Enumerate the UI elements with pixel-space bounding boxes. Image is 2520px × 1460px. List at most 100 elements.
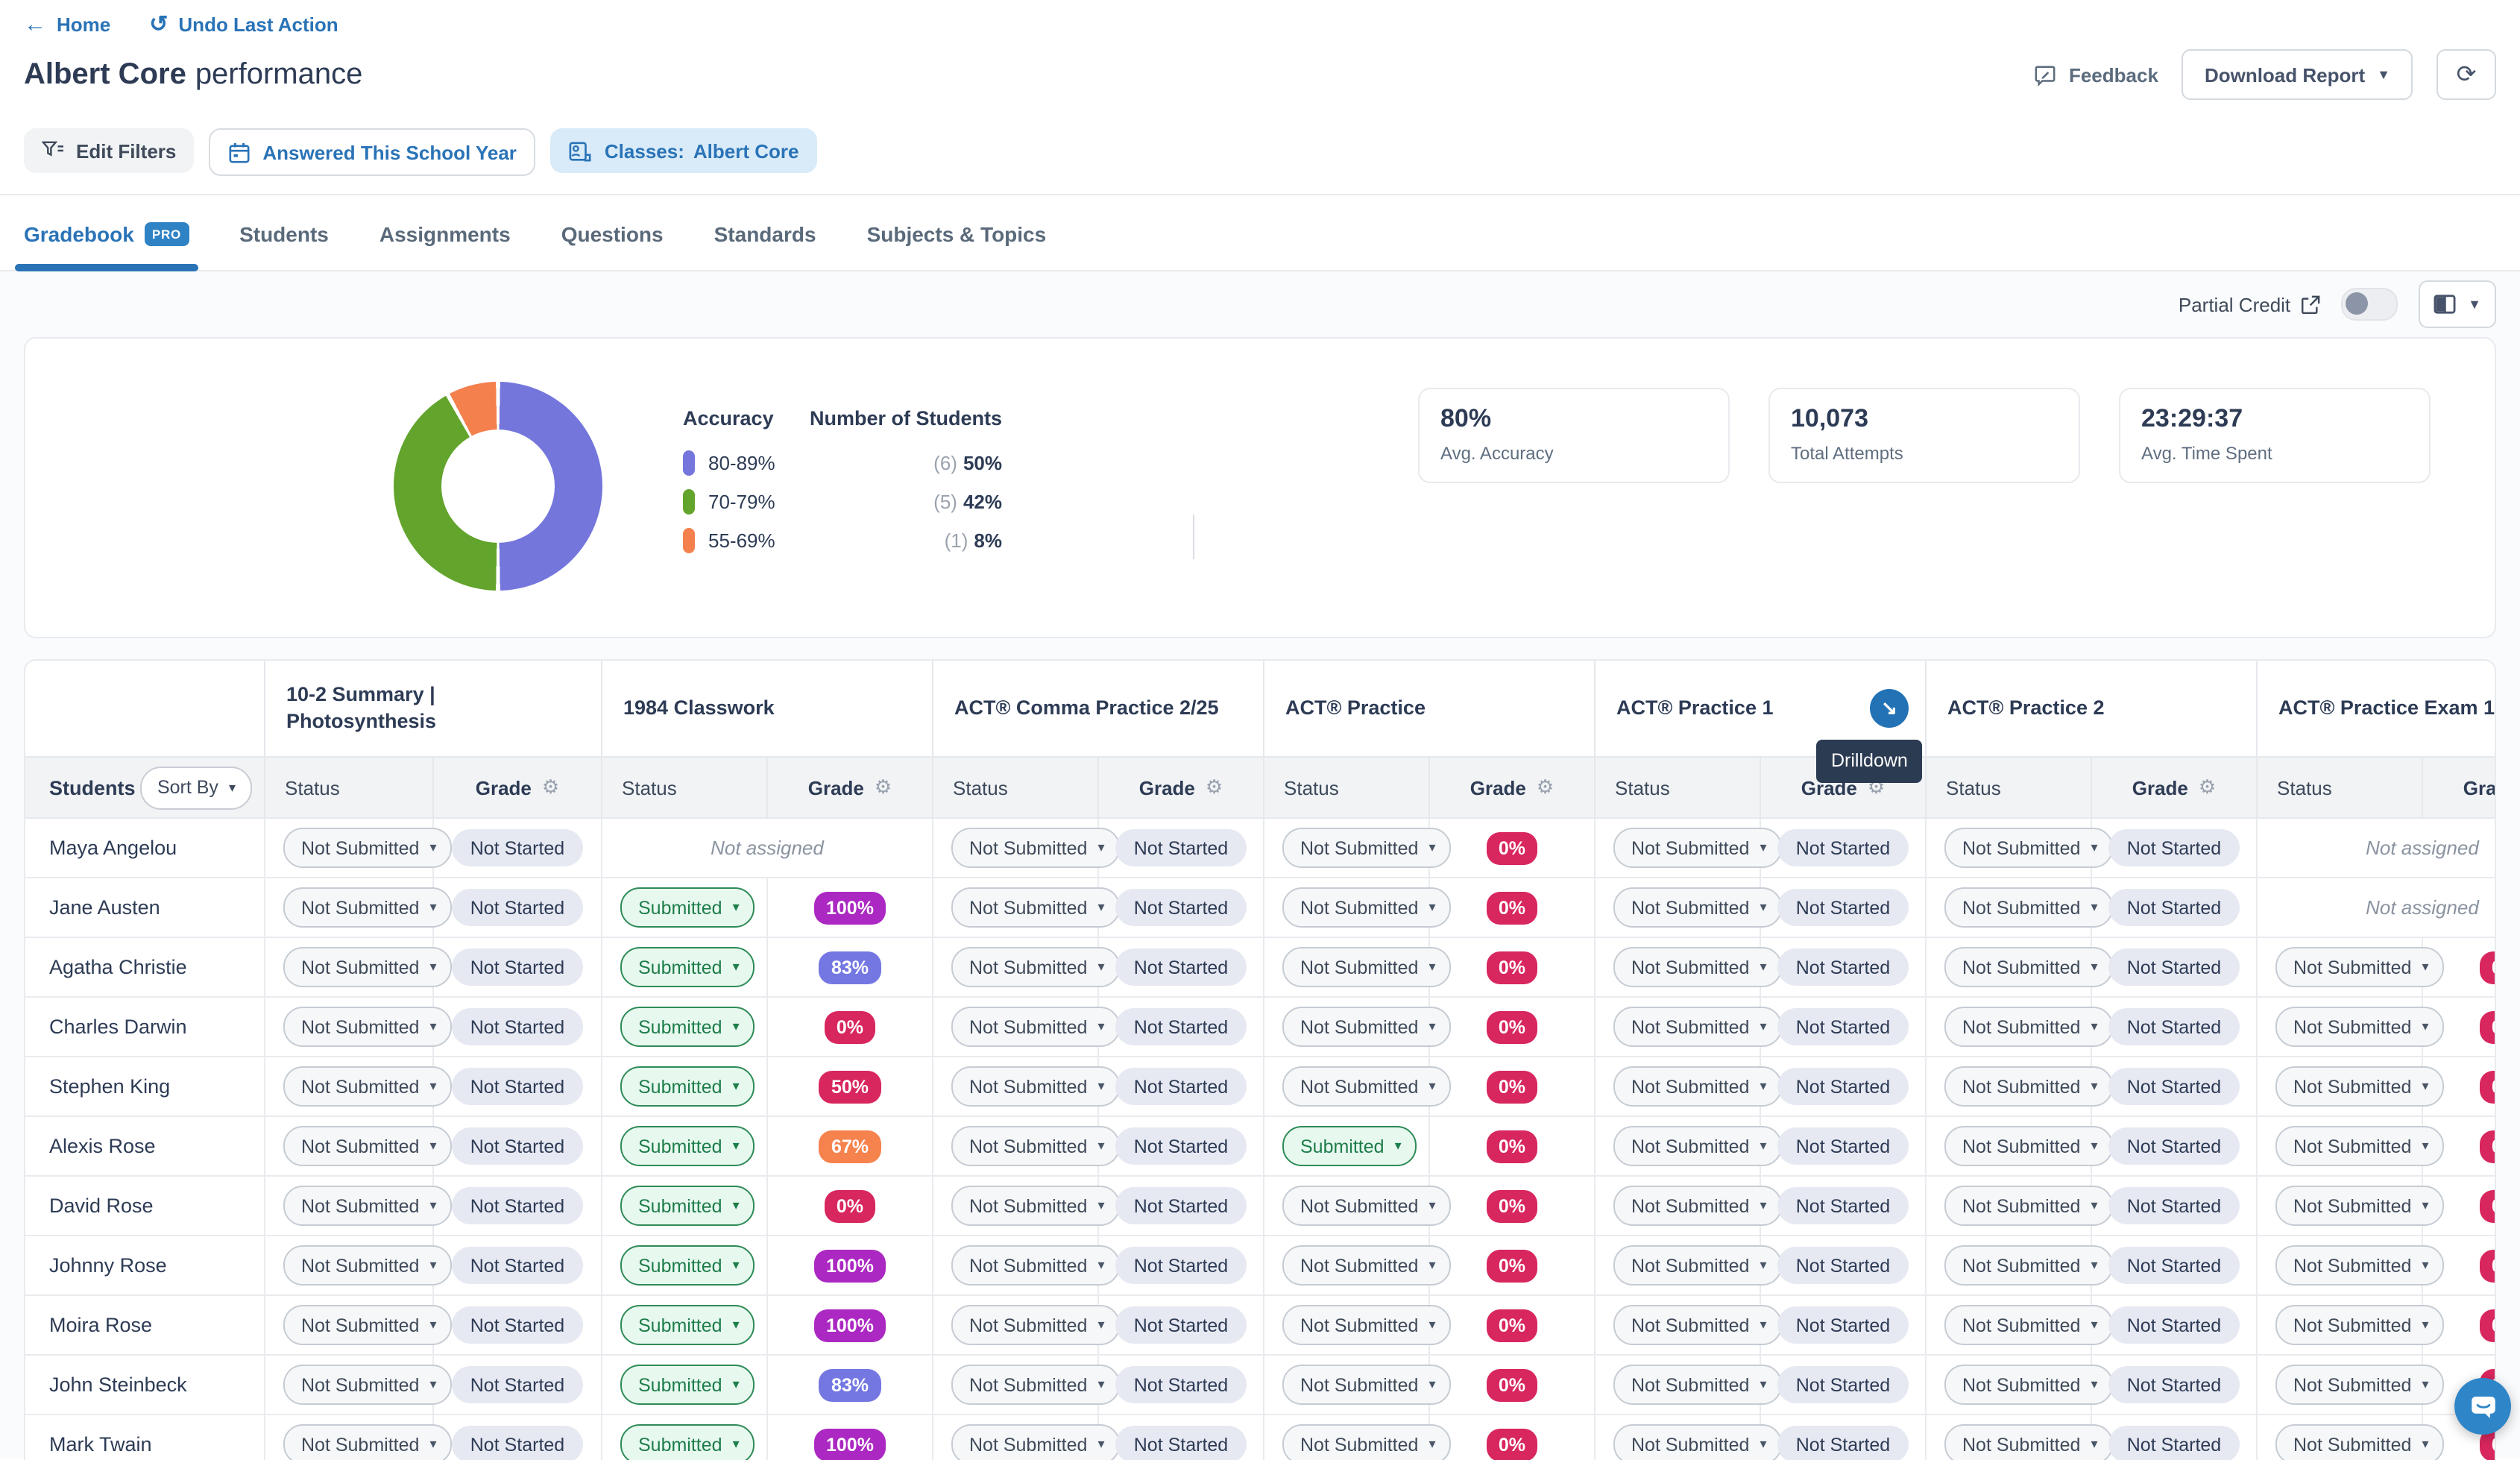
status-dropdown[interactable]: Not Submitted▾ (2275, 947, 2444, 987)
partial-credit-toggle[interactable] (2341, 288, 2398, 321)
status-dropdown[interactable]: Not Submitted▾ (283, 1066, 452, 1107)
status-dropdown[interactable]: Not Submitted▾ (1282, 1424, 1451, 1460)
external-link-icon[interactable] (2301, 295, 2320, 314)
status-dropdown[interactable]: Submitted▾ (620, 1126, 755, 1166)
classes-filter-chip[interactable]: Classes: Albert Core (551, 128, 817, 173)
status-dropdown[interactable]: Not Submitted▾ (1944, 1305, 2113, 1345)
status-dropdown[interactable]: Not Submitted▾ (283, 1007, 452, 1047)
status-dropdown[interactable]: Not Submitted▾ (283, 1245, 452, 1286)
status-dropdown[interactable]: Not Submitted▾ (1944, 1424, 2113, 1460)
sort-by-button[interactable]: Sort By▾ (141, 766, 252, 809)
status-dropdown[interactable]: Not Submitted▾ (2275, 1424, 2444, 1460)
tab-questions[interactable]: Questions (561, 195, 664, 270)
status-dropdown[interactable]: Not Submitted▾ (1282, 1007, 1451, 1047)
status-dropdown[interactable]: Submitted▾ (620, 947, 755, 987)
status-dropdown[interactable]: Not Submitted▾ (1944, 1245, 2113, 1286)
status-dropdown[interactable]: Not Submitted▾ (951, 1186, 1120, 1226)
status-dropdown[interactable]: Not Submitted▾ (1282, 1066, 1451, 1107)
status-dropdown[interactable]: Not Submitted▾ (1613, 1424, 1782, 1460)
status-dropdown[interactable]: Submitted▾ (620, 1424, 755, 1460)
status-dropdown-label: Not Submitted (1300, 837, 1418, 858)
gear-icon[interactable]: ⚙ (1206, 775, 1223, 799)
status-dropdown[interactable]: Not Submitted▾ (2275, 1186, 2444, 1226)
status-dropdown[interactable]: Not Submitted▾ (951, 1245, 1120, 1286)
status-dropdown[interactable]: Not Submitted▾ (1613, 1365, 1782, 1405)
status-dropdown[interactable]: Not Submitted▾ (951, 1424, 1120, 1460)
feedback-button[interactable]: Feedback (2035, 63, 2158, 86)
status-dropdown[interactable]: Not Submitted▾ (1282, 887, 1451, 928)
status-dropdown[interactable]: Not Submitted▾ (1282, 1245, 1451, 1286)
status-dropdown[interactable]: Not Submitted▾ (951, 1305, 1120, 1345)
status-dropdown[interactable]: Not Submitted▾ (2275, 1245, 2444, 1286)
status-dropdown[interactable]: Not Submitted▾ (1944, 1365, 2113, 1405)
chat-widget-button[interactable] (2454, 1378, 2511, 1435)
status-dropdown[interactable]: Submitted▾ (620, 1066, 755, 1107)
status-dropdown[interactable]: Not Submitted▾ (283, 1126, 452, 1166)
tab-assignments[interactable]: Assignments (379, 195, 511, 270)
status-dropdown[interactable]: Not Submitted▾ (283, 1305, 452, 1345)
status-dropdown[interactable]: Not Submitted▾ (1613, 947, 1782, 987)
status-dropdown[interactable]: Not Submitted▾ (1282, 947, 1451, 987)
status-dropdown[interactable]: Not Submitted▾ (1282, 828, 1451, 868)
refresh-button[interactable]: ⟳ (2436, 49, 2496, 100)
download-report-button[interactable]: Download Report ▼ (2182, 49, 2413, 100)
tab-students[interactable]: Students (239, 195, 329, 270)
status-dropdown[interactable]: Not Submitted▾ (951, 1365, 1120, 1405)
status-dropdown[interactable]: Not Submitted▾ (951, 1066, 1120, 1107)
status-dropdown[interactable]: Not Submitted▾ (283, 828, 452, 868)
status-dropdown[interactable]: Submitted▾ (620, 1365, 755, 1405)
status-dropdown[interactable]: Not Submitted▾ (1613, 1305, 1782, 1345)
column-settings-button[interactable]: ▼ (2419, 280, 2496, 328)
status-dropdown[interactable]: Not Submitted▾ (1613, 1007, 1782, 1047)
status-dropdown[interactable]: Not Submitted▾ (1944, 887, 2113, 928)
tab-standards[interactable]: Standards (714, 195, 816, 270)
status-dropdown[interactable]: Not Submitted▾ (1613, 1066, 1782, 1107)
status-dropdown[interactable]: Not Submitted▾ (1282, 1305, 1451, 1345)
gear-icon[interactable]: ⚙ (875, 775, 892, 799)
status-dropdown[interactable]: Not Submitted▾ (283, 1424, 452, 1460)
status-dropdown[interactable]: Not Submitted▾ (951, 947, 1120, 987)
status-dropdown[interactable]: Not Submitted▾ (951, 1007, 1120, 1047)
status-dropdown[interactable]: Not Submitted▾ (951, 828, 1120, 868)
status-dropdown[interactable]: Submitted▾ (1282, 1126, 1417, 1166)
status-dropdown[interactable]: Not Submitted▾ (283, 1365, 452, 1405)
status-dropdown[interactable]: Not Submitted▾ (1613, 1126, 1782, 1166)
status-dropdown[interactable]: Submitted▾ (620, 1007, 755, 1047)
status-dropdown[interactable]: Not Submitted▾ (1613, 887, 1782, 928)
status-dropdown[interactable]: Not Submitted▾ (1944, 1007, 2113, 1047)
status-dropdown[interactable]: Not Submitted▾ (951, 1126, 1120, 1166)
status-dropdown[interactable]: Not Submitted▾ (283, 887, 452, 928)
drilldown-button[interactable]: ↘ (1870, 689, 1909, 728)
undo-last-action-link[interactable]: ↺ Undo Last Action (149, 13, 338, 36)
status-dropdown[interactable]: Not Submitted▾ (1944, 947, 2113, 987)
status-dropdown[interactable]: Not Submitted▾ (1282, 1365, 1451, 1405)
tab-gradebook[interactable]: GradebookPRO (24, 195, 189, 270)
status-dropdown[interactable]: Not Submitted▾ (1613, 1186, 1782, 1226)
gear-icon[interactable]: ⚙ (2199, 775, 2216, 799)
answered-filter-chip[interactable]: Answered This School Year (209, 128, 536, 176)
edit-filters-button[interactable]: Edit Filters (24, 128, 194, 173)
status-dropdown[interactable]: Not Submitted▾ (1613, 828, 1782, 868)
status-dropdown[interactable]: Not Submitted▾ (951, 887, 1120, 928)
status-dropdown[interactable]: Not Submitted▾ (1282, 1186, 1451, 1226)
tab-subjects-topics[interactable]: Subjects & Topics (867, 195, 1047, 270)
status-dropdown[interactable]: Not Submitted▾ (1944, 1186, 2113, 1226)
status-dropdown[interactable]: Submitted▾ (620, 1245, 755, 1286)
status-dropdown[interactable]: Not Submitted▾ (1944, 828, 2113, 868)
status-dropdown[interactable]: Not Submitted▾ (283, 947, 452, 987)
status-dropdown[interactable]: Not Submitted▾ (2275, 1007, 2444, 1047)
status-dropdown[interactable]: Not Submitted▾ (2275, 1066, 2444, 1107)
status-dropdown[interactable]: Not Submitted▾ (2275, 1365, 2444, 1405)
gear-icon[interactable]: ⚙ (542, 775, 559, 799)
status-dropdown[interactable]: Submitted▾ (620, 887, 755, 928)
home-link[interactable]: ← Home (24, 13, 110, 36)
status-dropdown[interactable]: Submitted▾ (620, 1186, 755, 1226)
status-dropdown[interactable]: Not Submitted▾ (2275, 1305, 2444, 1345)
status-dropdown[interactable]: Not Submitted▾ (1944, 1126, 2113, 1166)
status-dropdown[interactable]: Not Submitted▾ (283, 1186, 452, 1226)
status-dropdown[interactable]: Not Submitted▾ (1944, 1066, 2113, 1107)
status-dropdown[interactable]: Not Submitted▾ (2275, 1126, 2444, 1166)
gear-icon[interactable]: ⚙ (1537, 775, 1554, 799)
status-dropdown[interactable]: Not Submitted▾ (1613, 1245, 1782, 1286)
status-dropdown[interactable]: Submitted▾ (620, 1305, 755, 1345)
